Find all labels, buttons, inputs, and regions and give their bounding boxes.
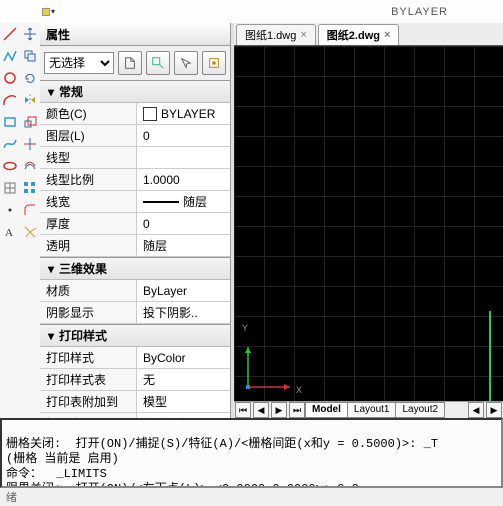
property-key: 线型 — [40, 147, 137, 168]
property-key: 打印样式 — [40, 347, 137, 368]
scale-icon[interactable] — [22, 114, 38, 130]
property-key: 材质 — [40, 280, 137, 301]
left-toolbar-2 — [20, 23, 41, 418]
circle-icon[interactable] — [2, 70, 18, 86]
scroll-left-button[interactable]: ◀ — [468, 402, 484, 418]
group-header[interactable]: ▾打印样式 — [40, 324, 230, 347]
select-objects-button[interactable] — [174, 51, 198, 75]
property-row[interactable]: 线型 — [40, 147, 230, 169]
explode-icon[interactable] — [22, 224, 38, 240]
command-window[interactable]: 栅格关闭: 打开(ON)/捕捉(S)/特征(A)/<栅格间距(x和y = 0.5… — [0, 418, 503, 488]
property-row[interactable]: 阴影显示投下阴影.. — [40, 302, 230, 324]
rect-icon[interactable] — [2, 114, 18, 130]
property-row[interactable]: 图层(L)0 — [40, 125, 230, 147]
property-key: 厚度 — [40, 213, 137, 234]
ucs-icon — [240, 335, 300, 395]
property-row[interactable]: 颜色(C)BYLAYER — [40, 103, 230, 125]
close-icon[interactable]: × — [384, 29, 390, 41]
property-value[interactable]: 1.0000 — [137, 169, 230, 190]
cmd-line: (栅格 当前是 启用) — [6, 452, 119, 466]
cmd-line: 命令： _LIMITS — [6, 467, 107, 481]
trim-icon[interactable] — [22, 136, 38, 152]
mirror-icon[interactable] — [22, 92, 38, 108]
layout-tab-bar: ⏮ ◀ ▶ ⏭ ModelLayout1Layout2 ◀ ▶ — [234, 401, 503, 418]
quick-select-button[interactable] — [118, 51, 142, 75]
document-tabs: 图纸1.dwg×图纸2.dwg× — [234, 23, 503, 46]
property-key: 颜色(C) — [40, 103, 137, 124]
properties-title: 属性 — [40, 23, 230, 46]
group-header[interactable]: ▾常规 — [40, 80, 230, 103]
cmd-line: 栅格关闭: 打开(ON)/捕捉(S)/特征(A)/<栅格间距(x和y = 0.5… — [6, 437, 438, 451]
property-row[interactable]: 打印样式表无 — [40, 369, 230, 391]
property-value[interactable]: ByLayer — [137, 280, 230, 301]
property-value[interactable]: 0 — [137, 213, 230, 234]
copy-icon[interactable] — [22, 48, 38, 64]
document-tab[interactable]: 图纸2.dwg× — [318, 24, 400, 45]
axis-y-label: Y — [242, 324, 248, 335]
property-key: 阴影显示 — [40, 302, 137, 323]
property-key: 打印样式表 — [40, 369, 137, 390]
drawing-canvas[interactable]: X Y — [234, 46, 503, 401]
properties-panel: 属性 无选择 ▾常规颜色(C)BYLAYER图层(L)0线型线型比例1.0000… — [40, 23, 231, 418]
property-row[interactable]: 打印样式ByColor — [40, 347, 230, 369]
property-value[interactable]: 无 — [137, 369, 230, 390]
property-key: 线型比例 — [40, 169, 137, 190]
property-value[interactable]: 0 — [137, 125, 230, 146]
ellipse-icon[interactable] — [2, 158, 18, 174]
spline-icon[interactable] — [2, 136, 18, 152]
property-row[interactable]: 打印表附加到模型 — [40, 391, 230, 413]
close-icon[interactable]: × — [300, 29, 306, 41]
property-row[interactable]: 线宽随层 — [40, 191, 230, 213]
toggle-pinned-button[interactable] — [202, 51, 226, 75]
scroll-right-button[interactable]: ▶ — [486, 402, 502, 418]
property-row[interactable]: 透明随层 — [40, 235, 230, 257]
left-toolbar-1: A — [0, 23, 21, 418]
linetype-bylayer: BYLAYER — [391, 6, 448, 18]
group-header[interactable]: ▾三维效果 — [40, 257, 230, 280]
rotate-icon[interactable] — [22, 70, 38, 86]
layout-tab[interactable]: Model — [305, 402, 348, 418]
property-row[interactable]: 线型比例1.0000 — [40, 169, 230, 191]
property-row[interactable]: 材质ByLayer — [40, 280, 230, 302]
drawn-line — [489, 311, 491, 401]
svg-text:A: A — [5, 227, 13, 239]
fillet-icon[interactable] — [22, 202, 38, 218]
point-icon[interactable] — [2, 202, 18, 218]
property-key: 透明 — [40, 235, 137, 256]
arc-icon[interactable] — [2, 92, 18, 108]
layout-tab[interactable]: Layout1 — [347, 402, 397, 418]
hatch-icon[interactable] — [2, 180, 18, 196]
tab-last-button[interactable]: ⏭ — [289, 402, 305, 418]
layer-combo[interactable]: ▾ — [42, 7, 55, 16]
property-value[interactable]: 投下阴影.. — [137, 302, 230, 323]
property-value[interactable]: 随层 — [137, 191, 230, 212]
selection-combo[interactable]: 无选择 — [44, 52, 114, 74]
property-value[interactable]: 模型 — [137, 391, 230, 412]
axis-x-label: X — [296, 386, 302, 397]
layout-tab[interactable]: Layout2 — [395, 402, 445, 418]
property-row[interactable]: 厚度0 — [40, 213, 230, 235]
tab-next-button[interactable]: ▶ — [271, 402, 287, 418]
property-value[interactable]: BYLAYER — [137, 103, 230, 124]
status-bar: 绪 — [0, 488, 503, 506]
tab-first-button[interactable]: ⏮ — [235, 402, 251, 418]
property-value[interactable]: ByColor — [137, 347, 230, 368]
offset-icon[interactable] — [22, 158, 38, 174]
document-tab[interactable]: 图纸1.dwg× — [236, 24, 316, 45]
property-key: 线宽 — [40, 191, 137, 212]
line-icon[interactable] — [2, 26, 18, 42]
text-icon[interactable]: A — [2, 224, 18, 240]
property-value[interactable] — [137, 147, 230, 168]
property-key: 打印表附加到 — [40, 391, 137, 412]
array-icon[interactable] — [22, 180, 38, 196]
pick-add-button[interactable] — [146, 51, 170, 75]
property-key: 图层(L) — [40, 125, 137, 146]
polyline-icon[interactable] — [2, 48, 18, 64]
tab-prev-button[interactable]: ◀ — [253, 402, 269, 418]
property-value[interactable]: 随层 — [137, 235, 230, 256]
move-icon[interactable] — [22, 26, 38, 42]
